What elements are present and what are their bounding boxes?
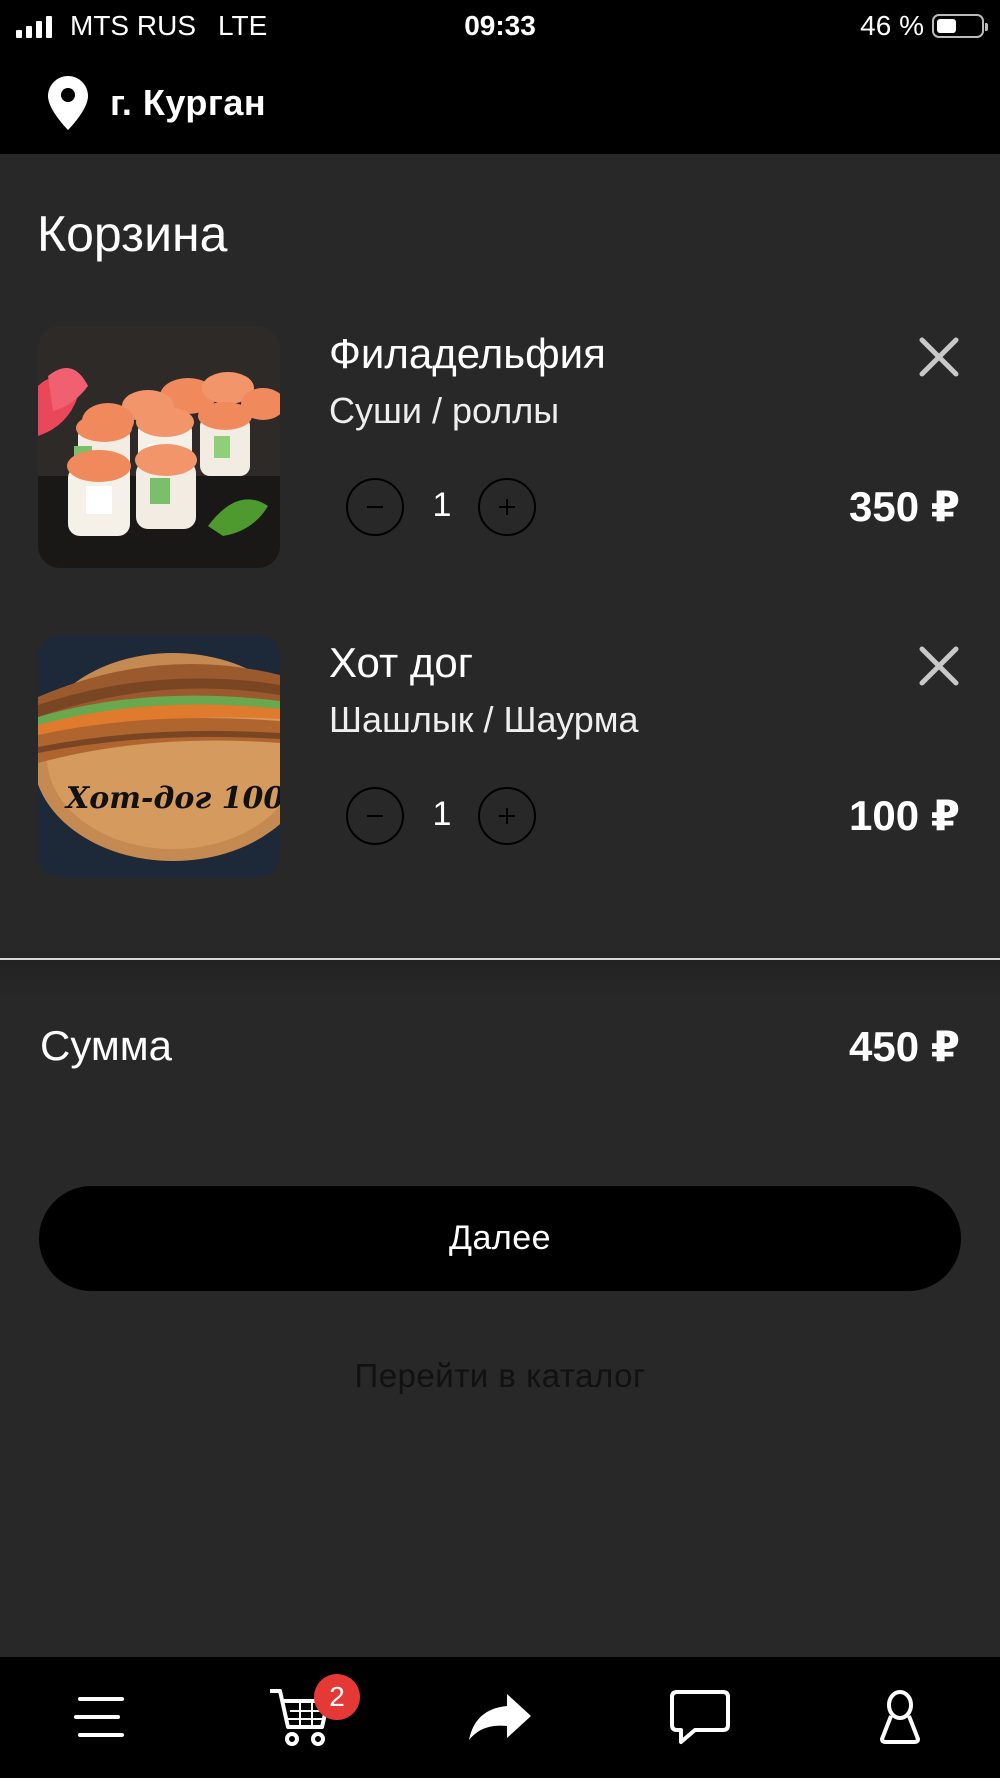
image-caption: Хот-дог 100₽	[66, 781, 280, 816]
increase-quantity-button[interactable]	[478, 478, 536, 536]
item-category: Шашлык / Шаурма	[329, 699, 639, 740]
bottom-tab-bar	[0, 1657, 1000, 1778]
decrease-quantity-button[interactable]	[346, 787, 404, 845]
item-price: 350 ₽	[849, 483, 960, 530]
battery-percent: 46 %	[860, 10, 924, 41]
quantity-value: 1	[432, 795, 452, 833]
tab-profile[interactable]	[860, 1677, 940, 1757]
close-icon	[919, 337, 959, 377]
total-value: 450 ₽	[849, 1023, 960, 1070]
item-price: 100 ₽	[849, 792, 960, 839]
total-label: Сумма	[40, 1022, 172, 1069]
tab-menu[interactable]	[60, 1677, 140, 1757]
increase-quantity-button[interactable]	[478, 787, 536, 845]
item-name: Филадельфия	[329, 330, 606, 377]
status-time: 09:33	[464, 10, 536, 41]
share-icon	[469, 1694, 531, 1740]
quantity-value: 1	[432, 486, 452, 524]
item-name: Хот дог	[329, 639, 474, 686]
decrease-quantity-button[interactable]	[346, 478, 404, 536]
cart-item: Филадельфия Суши / роллы 1 350 ₽	[0, 326, 1000, 568]
cart-item: Хот-дог 100₽ Хот дог Шашлык / Шаурма 1 1…	[0, 635, 1000, 877]
sushi-rolls-image	[38, 326, 280, 568]
page-title: Корзина	[37, 206, 228, 262]
minus-icon	[367, 506, 383, 508]
tab-chat[interactable]	[660, 1677, 740, 1757]
remove-item-button[interactable]	[916, 643, 962, 689]
hot-dog-image: Хот-дог 100₽	[38, 635, 280, 877]
battery-icon	[932, 14, 988, 38]
menu-icon	[74, 1697, 124, 1737]
item-category: Суши / роллы	[329, 390, 560, 431]
next-button[interactable]: Далее	[39, 1186, 961, 1291]
profile-icon	[880, 1690, 920, 1744]
plus-icon	[499, 499, 515, 515]
cart-count-badge: 2	[314, 1674, 360, 1720]
go-to-catalog-link[interactable]: Перейти в каталог	[0, 1357, 1000, 1395]
city-name: г. Курган	[110, 82, 267, 123]
close-icon	[919, 646, 959, 686]
minus-icon	[367, 815, 383, 817]
remove-item-button[interactable]	[916, 334, 962, 380]
tab-share[interactable]	[460, 1677, 540, 1757]
plus-icon	[499, 808, 515, 824]
chat-icon	[670, 1690, 730, 1744]
location-pin-icon	[48, 76, 88, 130]
city-header[interactable]: г. Курган	[0, 52, 1000, 154]
status-bar: MTS RUS LTE 09:33 46 %	[0, 0, 1000, 52]
